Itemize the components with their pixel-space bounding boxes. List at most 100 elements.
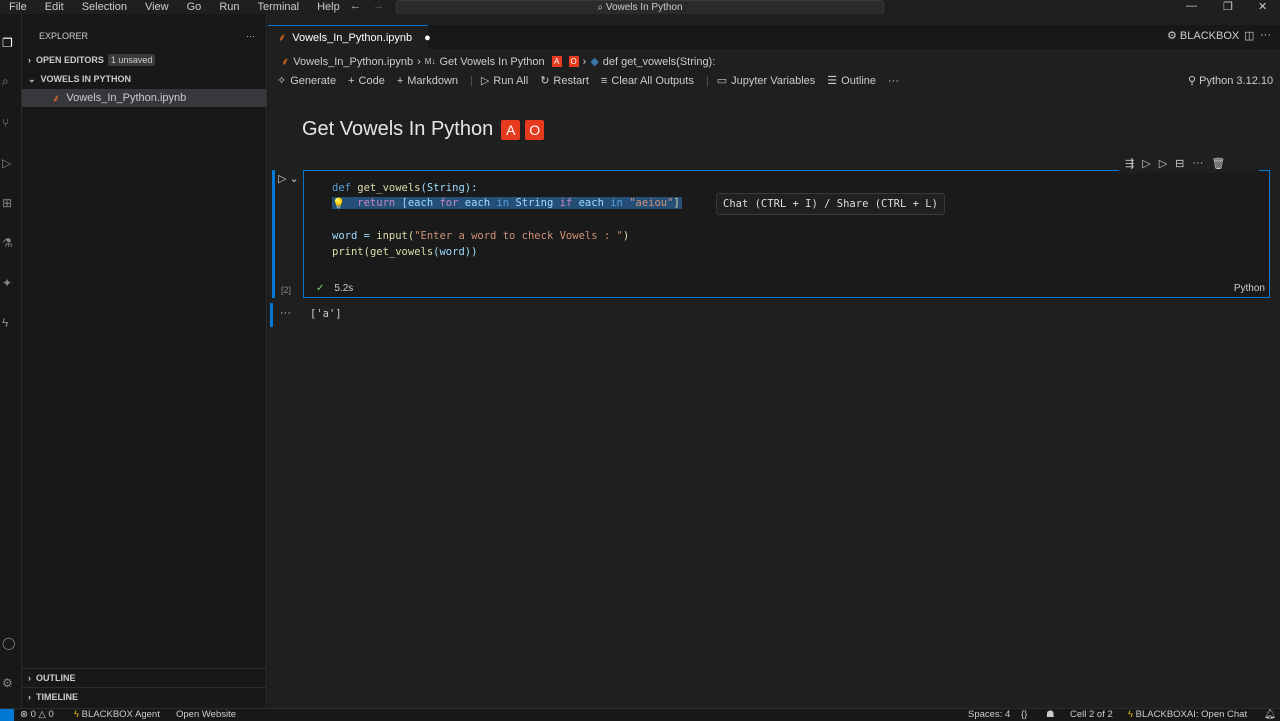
run-cell-icon[interactable]: ▷ ⌄ — [278, 172, 299, 185]
errors-count: 0 — [30, 709, 36, 720]
breadcrumb-markdown[interactable]: Get Vowels In Python — [439, 56, 544, 68]
remote-icon[interactable] — [0, 709, 14, 721]
tok: each — [572, 197, 611, 209]
folder-section[interactable]: ⌄ VOWELS IN PYTHON — [22, 70, 267, 88]
restart-label: Restart — [553, 74, 589, 87]
run-all-button[interactable]: ▷ Run All — [481, 74, 529, 88]
markdown-icon: M↓ — [424, 57, 436, 66]
notifications-bell-icon[interactable]: 🔔︎ — [1264, 709, 1276, 720]
blackbox-settings-icon[interactable]: ⚙ BLACKBOX — [1167, 29, 1239, 42]
explorer-icon[interactable]: ❐ — [2, 36, 16, 50]
menu-file[interactable]: File — [0, 1, 36, 13]
code-line-2-selected: 💡 return [each for each in String if eac… — [332, 197, 682, 210]
open-website-button[interactable]: Open Website — [176, 709, 236, 720]
divider: | — [470, 74, 473, 87]
notebook-heading: Get Vowels In Python — [302, 118, 494, 140]
menu-help[interactable]: Help — [308, 1, 349, 13]
outline-section[interactable]: › OUTLINE — [22, 668, 267, 686]
warnings-count: 0 — [48, 709, 54, 720]
kernel-picker[interactable]: ⚲ Python 3.12.10 — [1188, 74, 1273, 87]
blackbox-agent-button[interactable]: ϟ BLACKBOX Agent — [74, 709, 160, 720]
search-icon[interactable]: ⌕ — [2, 74, 16, 88]
menu-selection[interactable]: Selection — [73, 1, 136, 13]
testing-icon[interactable]: ⚗ — [2, 236, 16, 250]
extensions-icon[interactable]: ⊞ — [2, 196, 16, 210]
minimize-icon[interactable]: — — [1186, 0, 1197, 12]
breadcrumb-file[interactable]: Vowels_In_Python.ipynb — [293, 56, 413, 68]
status-bar: ⊗ 0 △ 0 ϟ BLACKBOX Agent Open Website Sp… — [0, 708, 1280, 721]
code-label: Code — [358, 74, 385, 87]
execute-above-icon[interactable]: ▷ — [1142, 157, 1150, 173]
account-icon[interactable]: ◯ — [2, 636, 16, 650]
tok: ] — [673, 197, 680, 209]
menu-terminal[interactable]: Terminal — [249, 1, 309, 13]
clear-outputs-button[interactable]: ≡ Clear All Outputs — [601, 75, 694, 87]
menu-run[interactable]: Run — [210, 1, 248, 13]
close-icon[interactable]: ✕ — [1258, 0, 1267, 13]
tok: "Enter a word to check Vowels : " — [414, 230, 623, 242]
restore-icon[interactable]: ❐ — [1223, 0, 1233, 13]
run-debug-icon[interactable]: ▷ — [2, 156, 16, 170]
restart-icon: ↻ — [540, 75, 550, 87]
clear-label: Clear All Outputs — [611, 74, 694, 87]
tab-notebook[interactable]: ⸙ Vowels_In_Python.ipynb ● — [268, 25, 431, 49]
menu-view[interactable]: View — [136, 1, 178, 13]
tok: print — [332, 246, 364, 258]
forward-arrow-icon[interactable]: → — [373, 0, 384, 12]
cell-more-icon[interactable]: ··· — [1192, 157, 1203, 173]
file-label: Vowels_In_Python.ipynb — [66, 92, 187, 104]
language-braces-button[interactable]: {} — [1021, 709, 1027, 720]
copilot-icon[interactable]: ☗ — [1046, 709, 1055, 720]
tok: String — [509, 197, 560, 209]
cell-focus-indicator — [272, 170, 275, 298]
more-actions-icon[interactable]: ··· — [1260, 29, 1271, 41]
check-icon: ✓ — [316, 283, 325, 294]
output-more-icon[interactable]: ··· — [280, 307, 291, 319]
folder-label: VOWELS IN PYTHON — [40, 74, 132, 84]
generate-button[interactable]: ✧ Generate — [277, 74, 336, 88]
timeline-section[interactable]: › TIMELINE — [22, 687, 267, 705]
outline-label: OUTLINE — [36, 672, 76, 683]
open-editors-section[interactable]: › OPEN EDITORS 1 unsaved — [22, 51, 267, 69]
more-icon[interactable]: ··· — [246, 31, 255, 41]
back-arrow-icon[interactable]: ← — [350, 0, 361, 12]
cell-position[interactable]: Cell 2 of 2 — [1070, 709, 1113, 720]
menu-edit[interactable]: Edit — [36, 1, 73, 13]
blackbox-icon[interactable]: ✦ — [2, 276, 16, 290]
tok: get_vowels — [369, 246, 434, 258]
run-by-line-icon[interactable]: ⇶ — [1125, 157, 1134, 173]
add-code-button[interactable]: + Code — [348, 75, 385, 87]
settings-gear-icon[interactable]: ⚙ — [2, 676, 16, 690]
tok: input — [376, 230, 408, 242]
variables-label: Jupyter Variables — [731, 74, 816, 87]
run-all-label: Run All — [493, 74, 529, 87]
restart-button[interactable]: ↻ Restart — [540, 74, 589, 88]
outline-button[interactable]: ☰ Outline — [827, 74, 876, 88]
jupyter-variables-button[interactable]: ▭ Jupyter Variables — [717, 74, 816, 88]
file-item[interactable]: ⸙ Vowels_In_Python.ipynb — [22, 89, 267, 107]
lightbulb-icon[interactable]: 💡 — [332, 197, 345, 210]
tok: (String): — [420, 182, 478, 194]
add-markdown-button[interactable]: + Markdown — [397, 75, 458, 87]
explorer-title-text: EXPLORER — [39, 31, 89, 41]
problems-indicator[interactable]: ⊗ 0 △ 0 — [20, 709, 54, 720]
split-cell-icon[interactable]: ⊟ — [1175, 157, 1184, 173]
menu-go[interactable]: Go — [178, 1, 211, 13]
code-cell[interactable]: ⇶ ▷ ▷ ⊟ ··· 🗑 def get_vowels(String): 💡 retur… — [303, 157, 1270, 298]
bolt-icon[interactable]: ϟ — [2, 316, 16, 330]
chat-hint-tooltip: Chat (CTRL + I) / Share (CTRL + L) — [716, 193, 945, 215]
execute-below-icon[interactable]: ▷ — [1159, 157, 1167, 173]
markdown-cell-title[interactable]: Get Vowels In Python AO — [302, 118, 545, 141]
indentation-button[interactable]: Spaces: 4 — [968, 709, 1010, 720]
command-center-search[interactable]: ⌕ Vowels In Python — [396, 0, 884, 15]
delete-cell-icon[interactable]: 🗑 — [1211, 157, 1225, 173]
plus-icon: + — [396, 74, 404, 87]
breadcrumb-function[interactable]: def get_vowels(String): — [603, 56, 716, 68]
cell-language[interactable]: Python — [1234, 283, 1265, 294]
code-line-5: print(get_vowels(word)) — [332, 246, 477, 258]
toolbar-more-icon[interactable]: ··· — [888, 75, 899, 87]
blackbox-chat-button[interactable]: ϟ BLACKBOXAI: Open Chat — [1128, 709, 1247, 720]
split-editor-icon[interactable]: ◫ — [1244, 29, 1254, 42]
unsaved-dot-icon[interactable]: ● — [424, 32, 431, 44]
source-control-icon[interactable]: ⑂ — [2, 116, 16, 130]
